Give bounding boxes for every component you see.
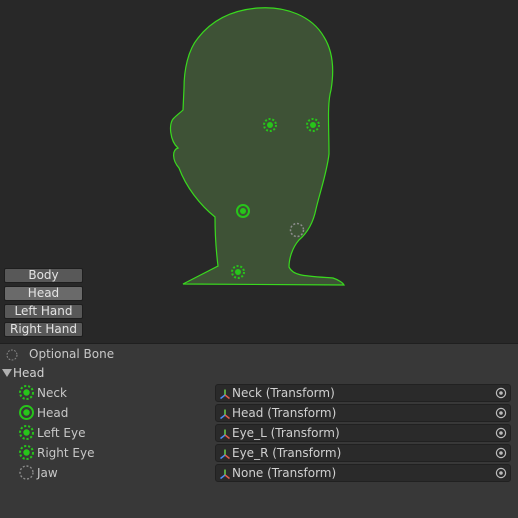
head-bone-status-icon (19, 405, 34, 420)
left-hand-button[interactable]: Left Hand (4, 304, 83, 319)
target-circle-icon[interactable] (495, 387, 507, 399)
target-circle-icon[interactable] (495, 467, 507, 479)
bone-row-left-eye: Left Eye Eye_L (Transform) (0, 423, 518, 443)
bone-row-head: Head Head (Transform) (0, 403, 518, 423)
bone-label: Head (37, 406, 69, 420)
right-eye-object-field[interactable]: Eye_R (Transform) (215, 444, 511, 462)
dashed-circle-icon (6, 349, 18, 361)
optional-bone-label: Optional Bone (29, 347, 115, 361)
right-eye-bone-status-icon (19, 445, 34, 460)
transform-axes-icon (220, 449, 230, 460)
head-section-label: Head (13, 366, 45, 380)
target-circle-icon[interactable] (495, 447, 507, 459)
bone-label: Jaw (37, 466, 58, 480)
neck-object-field[interactable]: Neck (Transform) (215, 384, 511, 402)
neck-bone-status-icon (19, 385, 34, 400)
optional-bone-legend: Optional Bone (0, 346, 518, 364)
target-circle-icon[interactable] (495, 427, 507, 439)
head-button[interactable]: Head (4, 286, 83, 301)
left-eye-object-field[interactable]: Eye_L (Transform) (215, 424, 511, 442)
target-circle-icon[interactable] (495, 407, 507, 419)
transform-axes-icon (220, 429, 230, 440)
bone-label: Neck (37, 386, 67, 400)
head-object-field[interactable]: Head (Transform) (215, 404, 511, 422)
right-hand-button[interactable]: Right Hand (4, 322, 83, 337)
head-section-foldout[interactable]: Head (0, 365, 518, 383)
field-value: Neck (Transform) (232, 386, 335, 400)
transform-axes-icon (220, 389, 230, 400)
transform-axes-icon (220, 469, 230, 480)
head-silhouette-shape (169, 7, 345, 286)
bone-row-jaw: Jaw None (Transform) (0, 463, 518, 483)
bone-row-right-eye: Right Eye Eye_R (Transform) (0, 443, 518, 463)
jaw-bone-status-icon (19, 465, 34, 480)
field-value: Eye_R (Transform) (232, 446, 342, 460)
bone-label: Right Eye (37, 446, 95, 460)
field-value: Eye_L (Transform) (232, 426, 340, 440)
field-value: Head (Transform) (232, 406, 337, 420)
field-value: None (Transform) (232, 466, 337, 480)
bone-label: Left Eye (37, 426, 86, 440)
left-eye-bone-status-icon (19, 425, 34, 440)
triangle-down-icon[interactable] (2, 369, 12, 377)
body-button[interactable]: Body (4, 268, 83, 283)
bone-row-neck: Neck Neck (Transform) (0, 383, 518, 403)
transform-axes-icon (220, 409, 230, 420)
avatar-view: Body Head Left Hand Right Hand (0, 0, 518, 343)
jaw-object-field[interactable]: None (Transform) (215, 464, 511, 482)
